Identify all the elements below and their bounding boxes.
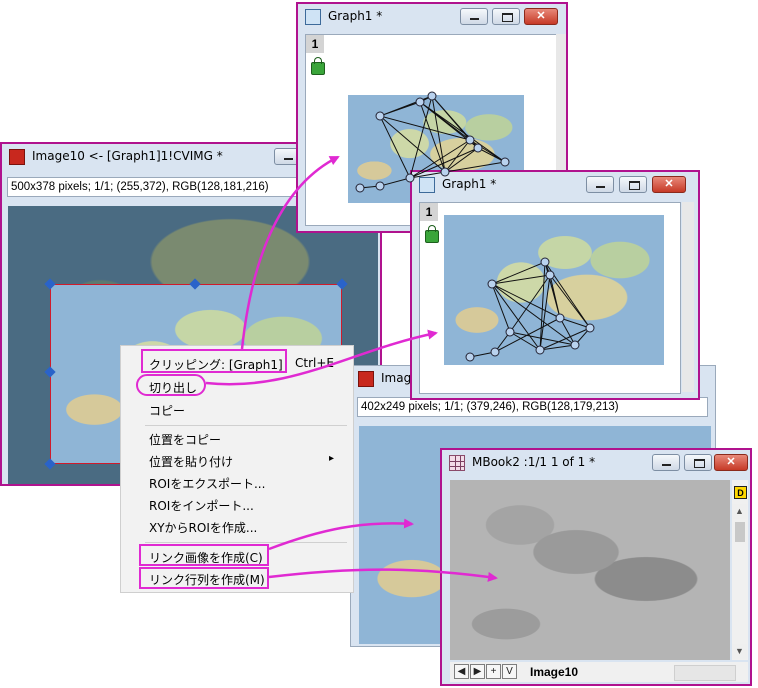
mbook2-window[interactable]: MBook2 :1/1 1 of 1 * ✕ D ▲ ▼ ◀ ▶ + V Ima… [440,448,752,686]
graph1-mid-window[interactable]: Graph1 * ✕ 1 [410,170,700,400]
graph-app-icon [305,9,321,25]
mbook2-title: MBook2 :1/1 1 of 1 * [472,455,596,469]
maximize-icon [694,459,705,468]
image-app-icon [358,371,374,387]
maximize-icon [502,13,513,22]
highlight-cutout [136,374,206,396]
image-app-icon [9,149,25,165]
scroll-up-icon[interactable]: ▲ [732,504,747,519]
image-back-title: Imag [381,371,412,385]
close-icon: ✕ [726,456,736,468]
sheet-prev-button[interactable]: ◀ [454,664,469,679]
lock-icon [311,57,325,75]
menu-separator [145,425,347,426]
highlight-link-image [139,544,269,566]
mbook2-matrix-image[interactable] [450,480,730,660]
graph1-top-titlebar[interactable]: Graph1 * ✕ [298,4,566,30]
menu-item-import-roi[interactable]: ROIをインポート... [149,497,254,514]
horizontal-scrollbar[interactable] [674,665,736,681]
graph1-top-minimize-button[interactable] [460,8,488,25]
mbook2-maximize-button[interactable] [684,454,712,471]
matrix-book-icon [449,455,465,471]
menu-item-copy-position[interactable]: 位置をコピー [149,431,221,448]
highlight-clipping [141,349,287,373]
mbook2-bottom-bar: ◀ ▶ + V Image10 [450,662,748,682]
graph1-mid-scrollbar[interactable] [682,202,694,392]
graph1-mid-map [444,215,664,365]
close-icon: ✕ [664,178,674,190]
scroll-down-icon[interactable]: ▼ [732,644,747,659]
minimize-icon [662,464,671,466]
sheet-tab-image10[interactable]: Image10 [530,665,578,679]
graph1-top-maximize-button[interactable] [492,8,520,25]
graph1-mid-titlebar[interactable]: Graph1 * ✕ [412,172,698,198]
menu-item-roi-from-xy[interactable]: XYからROIを作成... [149,519,257,536]
menu-item-export-roi[interactable]: ROIをエクスポート... [149,475,265,492]
menu-item-copy[interactable]: コピー [149,402,185,419]
graph1-mid-maximize-button[interactable] [619,176,647,193]
maximize-icon [629,181,640,190]
graph1-mid-close-button[interactable]: ✕ [652,176,686,193]
menu-separator [145,542,347,543]
graph1-mid-minimize-button[interactable] [586,176,614,193]
graph1-top-close-button[interactable]: ✕ [524,8,558,25]
image-back-info-bar: 402x249 pixels; 1/1; (379,246), RGB(128,… [357,397,708,417]
mbook2-vertical-scrollbar[interactable]: D ▲ ▼ [732,480,748,660]
menu-item-clipping-shortcut: Ctrl+E [295,356,334,370]
sheet-add-button[interactable]: + [486,664,501,679]
mbook2-titlebar[interactable]: MBook2 :1/1 1 of 1 * ✕ [442,450,750,476]
mbook2-minimize-button[interactable] [652,454,680,471]
graph1-top-title: Graph1 * [328,9,383,23]
mbook2-d-badge[interactable]: D [734,486,747,499]
mbook2-close-button[interactable]: ✕ [714,454,748,471]
graph1-mid-page[interactable]: 1 [419,202,681,394]
minimize-icon [284,158,293,160]
highlight-link-matrix [139,567,269,589]
minimize-icon [470,18,479,20]
minimize-icon [596,186,605,188]
graph1-mid-title: Graph1 * [442,177,497,191]
graph1-mid-page-tab[interactable]: 1 [420,203,438,221]
graph1-top-page-tab[interactable]: 1 [306,35,324,53]
sheet-list-button[interactable]: V [502,664,517,679]
graph-app-icon [419,177,435,193]
mbook2-scroll-thumb[interactable] [735,522,745,542]
close-icon: ✕ [536,10,546,22]
lock-icon [425,225,439,243]
image10-title: Image10 <- [Graph1]1!CVIMG * [32,149,223,163]
menu-item-paste-position[interactable]: 位置を貼り付け [149,453,233,470]
sheet-next-button[interactable]: ▶ [470,664,485,679]
submenu-arrow-icon: ▸ [329,453,335,464]
